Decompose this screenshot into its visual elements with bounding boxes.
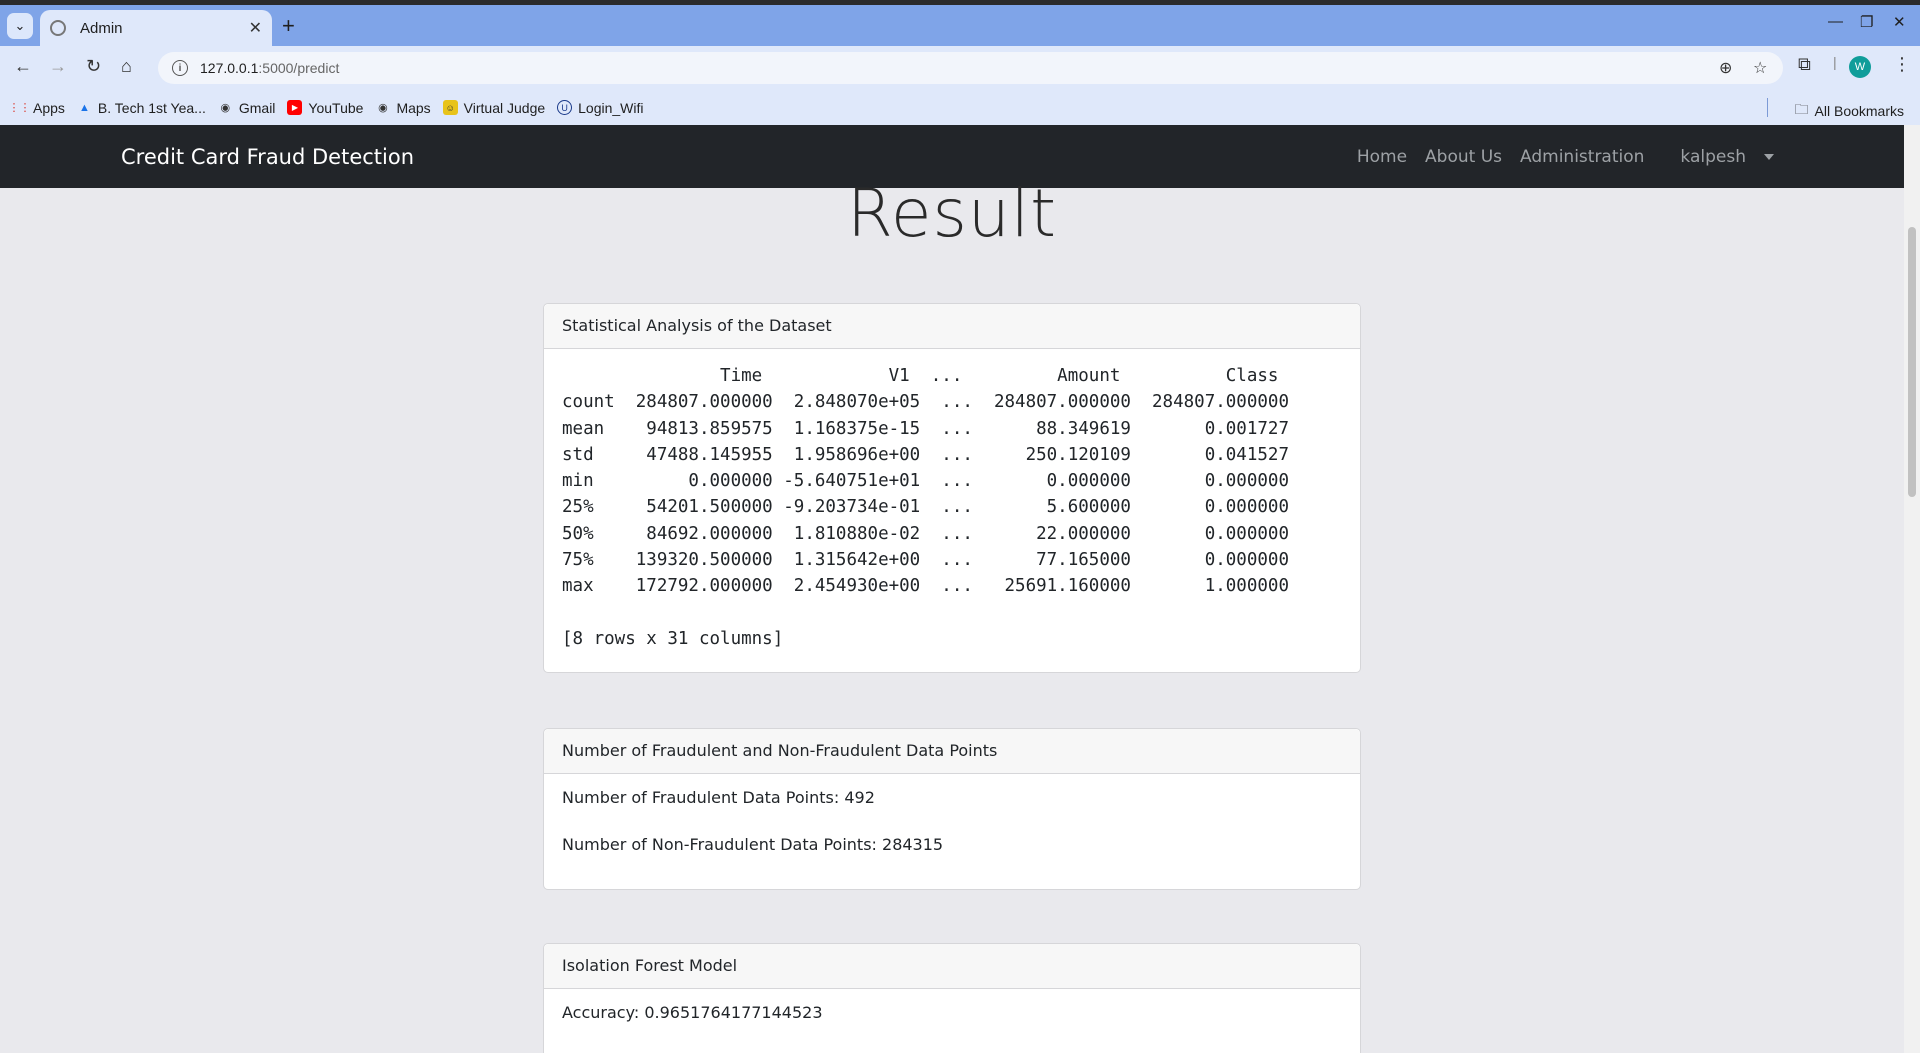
nav-administration[interactable]: Administration (1520, 147, 1644, 167)
nav-about-us[interactable]: About Us (1425, 147, 1502, 167)
isolation-forest-card: Isolation Forest Model Accuracy: 0.96517… (543, 943, 1361, 1053)
url-path: :5000/predict (258, 60, 340, 76)
all-bookmarks-label: All Bookmarks (1814, 103, 1904, 119)
nonfraud-count: Number of Non-Fraudulent Data Points: 28… (562, 835, 944, 854)
zoom-icon[interactable]: ⊕ (1719, 52, 1732, 84)
counts-card-body: Number of Fraudulent Data Points: 492 Nu… (544, 774, 1360, 868)
stats-card: Statistical Analysis of the Dataset Time… (543, 303, 1361, 673)
site-info-icon[interactable]: i (172, 60, 188, 76)
nav-user-label: kalpesh (1680, 147, 1746, 167)
stats-card-header: Statistical Analysis of the Dataset (544, 304, 1360, 349)
home-button[interactable]: ⌂ (121, 56, 132, 77)
toolbar-divider: | (1833, 54, 1837, 70)
bookmark-virtual-judge[interactable]: ☺ Virtual Judge (442, 99, 546, 116)
google-drive-icon: ▲ (78, 101, 90, 114)
nav-links: Home About Us Administration kalpesh (1339, 147, 1774, 167)
nav-user-dropdown[interactable]: kalpesh (1662, 147, 1774, 167)
reload-button[interactable]: ↻ (86, 56, 101, 77)
close-window-button[interactable]: ✕ (1893, 13, 1906, 31)
bookmark-label: Apps (33, 99, 65, 116)
youtube-icon: ▶ (287, 100, 303, 115)
bookmark-label: Gmail (238, 99, 276, 116)
fraud-count: Number of Fraudulent Data Points: 492 (562, 788, 875, 807)
virtual-judge-icon: ☺ (442, 100, 458, 115)
browser-toolbar: ← → ↻ ⌂ i 127.0.0.1:5000/predict ⊕ ☆ ⧉ |… (0, 46, 1920, 90)
stats-table: Time V1 ... Amount Class count 284807.00… (562, 366, 1289, 649)
menu-kebab-icon[interactable]: ⋮ (1893, 54, 1911, 75)
bookmark-star-icon[interactable]: ☆ (1753, 52, 1767, 84)
globe-icon: ◉ (220, 102, 231, 114)
accuracy-value: Accuracy: 0.9651764177144523 (562, 1003, 823, 1022)
nav-home[interactable]: Home (1357, 147, 1407, 167)
site-brand[interactable]: Credit Card Fraud Detection (121, 145, 414, 169)
folder-icon: 🗀 (1794, 101, 1809, 117)
counts-card: Number of Fraudulent and Non-Fraudulent … (543, 728, 1361, 890)
bookmark-label: YouTube (308, 99, 364, 116)
isolation-card-body: Accuracy: 0.9651764177144523 (544, 989, 1360, 1036)
caret-down-icon (1764, 154, 1774, 160)
bookmark-youtube[interactable]: ▶ YouTube (287, 100, 363, 116)
minimize-button[interactable]: — (1828, 13, 1843, 30)
back-button[interactable]: ← (14, 56, 32, 77)
bookmarks-divider (1767, 98, 1768, 117)
all-bookmarks-button[interactable]: 🗀 All Bookmarks (1795, 99, 1904, 123)
bookmark-maps[interactable]: ◉ Maps (375, 99, 431, 116)
tab-search-button[interactable]: ⌄ (7, 13, 33, 39)
scrollbar-thumb[interactable] (1908, 227, 1916, 497)
restore-button[interactable]: ❐ (1860, 13, 1873, 31)
counts-card-header: Number of Fraudulent and Non-Fraudulent … (544, 729, 1360, 774)
browser-tab[interactable]: Admin ✕ (40, 10, 272, 46)
stats-card-body: Time V1 ... Amount Class count 284807.00… (544, 349, 1360, 666)
page-scrollbar[interactable] (1904, 125, 1920, 1053)
bookmark-login-wifi[interactable]: U Login_Wifi (557, 99, 644, 116)
bookmark-gmail[interactable]: ◉ Gmail (218, 100, 276, 116)
page-title: Result (847, 175, 1057, 252)
chevron-down-icon: ⌄ (14, 18, 26, 33)
tab-title: Admin (80, 19, 123, 37)
globe-icon: ◉ (378, 102, 388, 114)
forward-button[interactable]: → (49, 56, 67, 77)
bookmark-label: Maps (396, 99, 431, 116)
apps-grid-icon: ⋮⋮ (8, 102, 31, 114)
bookmark-label: B. Tech 1st Yea... (97, 99, 206, 116)
bookmark-label: Login_Wifi (578, 99, 644, 116)
url-host: 127.0.0.1 (200, 60, 259, 76)
close-icon[interactable]: ✕ (249, 18, 262, 38)
page-viewport: Credit Card Fraud Detection Home About U… (0, 125, 1904, 1053)
profile-avatar[interactable]: W (1849, 56, 1871, 78)
login-wifi-icon: U (557, 100, 573, 115)
tab-bar: ⌄ Admin ✕ + — ❐ ✕ (0, 5, 1920, 46)
extensions-icon[interactable]: ⧉ (1798, 54, 1811, 75)
globe-icon (50, 20, 66, 36)
bookmarks-bar: ⋮⋮ Apps ▲ B. Tech 1st Yea... ◉ Gmail ▶ Y… (0, 90, 1920, 125)
bookmark-label: Virtual Judge (463, 99, 546, 116)
address-bar[interactable]: i 127.0.0.1:5000/predict ⊕ ☆ (158, 52, 1783, 84)
bookmark-apps[interactable]: ⋮⋮ Apps (8, 99, 65, 116)
bookmark-btech[interactable]: ▲ B. Tech 1st Yea... (77, 100, 206, 116)
new-tab-button[interactable]: + (282, 13, 295, 39)
isolation-card-header: Isolation Forest Model (544, 944, 1360, 989)
